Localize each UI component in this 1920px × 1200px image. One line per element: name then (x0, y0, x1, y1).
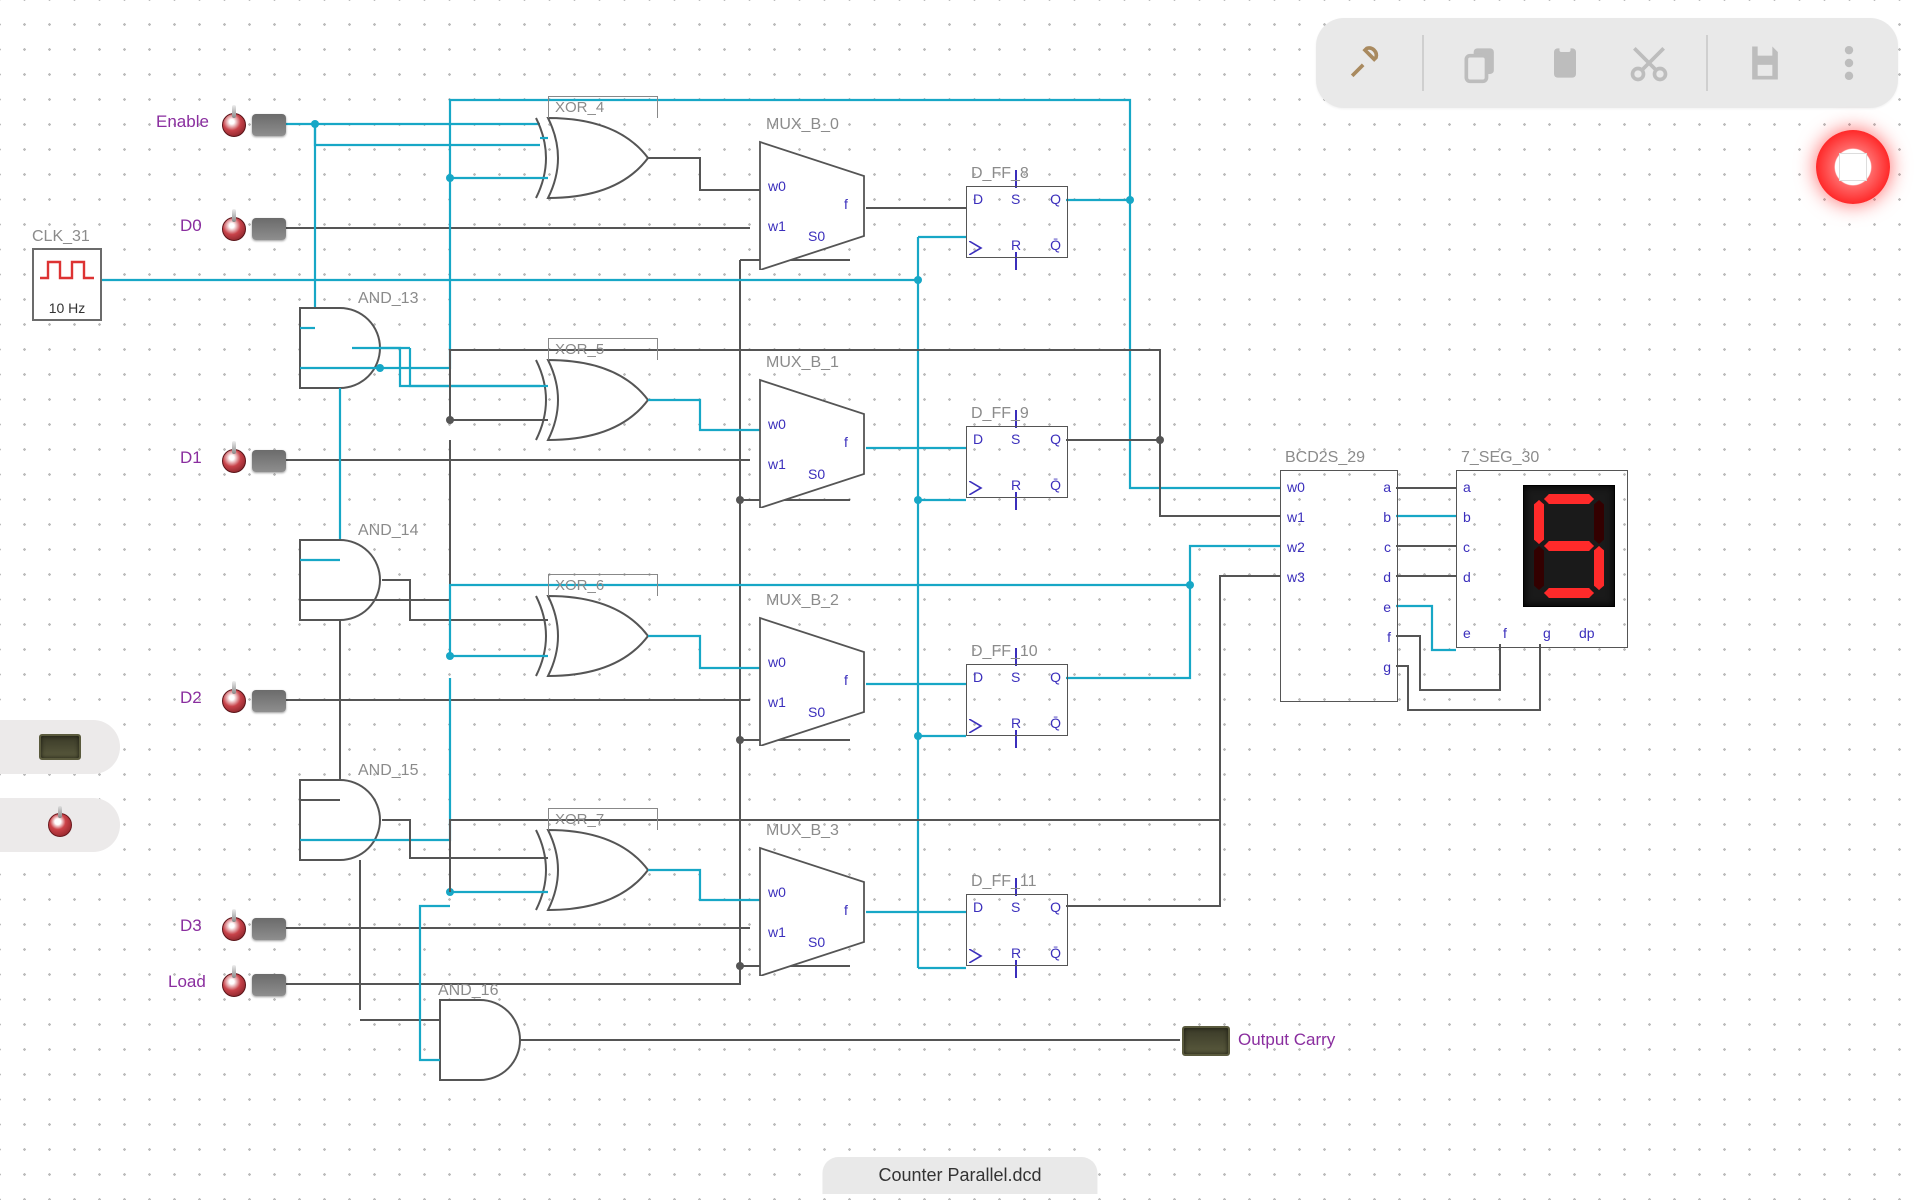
seg-d (1544, 588, 1594, 598)
seg-g (1544, 541, 1594, 551)
xor5-label: XOR_5 (548, 338, 658, 360)
seg-b (1594, 500, 1604, 544)
xor7-label: XOR_7 (548, 808, 658, 830)
stop-simulation-button[interactable] (1816, 130, 1890, 204)
d-ff-8[interactable]: D_FF_8 D S Q R Q̄ (966, 186, 1068, 258)
clock-freq: 10 Hz (49, 300, 86, 316)
d3-switch[interactable] (222, 914, 286, 944)
mux-b-2[interactable]: MUX_B_2 w0 w1 S0 f (756, 596, 868, 746)
d1-switch[interactable] (222, 446, 286, 476)
cut-button[interactable] (1622, 36, 1676, 90)
mux-b-3[interactable]: MUX_B_3 w0 w1 S0 f (756, 826, 868, 976)
mux-b-1[interactable]: MUX_B_1 w0 w1 S0 f (756, 358, 868, 508)
d2-switch[interactable] (222, 686, 286, 716)
paste-button[interactable] (1538, 36, 1592, 90)
d-ff-10[interactable]: D_FF_10 D S Q R Q̄ (966, 664, 1068, 736)
seven-seg-display (1523, 485, 1615, 607)
bcd2s-29[interactable]: BCD2S_29 w0 w1 w2 w3 a b c d e f g (1280, 470, 1398, 702)
filename-chip[interactable]: Counter Parallel.dcd (822, 1157, 1097, 1194)
clock-generator[interactable]: 10 Hz (32, 248, 102, 321)
design-canvas[interactable]: XOR_4 XOR_5 XOR_6 XOR_7 AND_13 AND_14 AN… (0, 0, 1920, 1200)
toolbar-separator (1422, 35, 1424, 91)
seg-e (1534, 546, 1544, 590)
seg-a (1544, 494, 1594, 504)
tools-button[interactable] (1338, 36, 1392, 90)
grid-background (0, 0, 1920, 1200)
xor4-label: XOR_4 (548, 96, 658, 118)
add-switch-button[interactable] (0, 798, 120, 852)
more-button[interactable] (1822, 36, 1876, 90)
seg-f (1534, 500, 1544, 544)
left-palette (0, 720, 120, 852)
output-carry-led (1182, 1026, 1230, 1056)
mux-b-0[interactable]: MUX_B_0 w0 w1 S0 f (756, 120, 868, 270)
copy-button[interactable] (1454, 36, 1508, 90)
save-button[interactable] (1738, 36, 1792, 90)
add-output-button[interactable] (0, 720, 120, 774)
d0-switch[interactable] (222, 214, 286, 244)
d-ff-11[interactable]: D_FF_11 D S Q R Q̄ (966, 894, 1068, 966)
seven-seg-30[interactable]: 7_SEG_30 a b c d e f g dp (1456, 470, 1628, 648)
load-switch[interactable] (222, 970, 286, 1000)
toolbar-separator (1706, 35, 1708, 91)
top-toolbar (1316, 18, 1898, 108)
d-ff-9[interactable]: D_FF_9 D S Q R Q̄ (966, 426, 1068, 498)
enable-switch[interactable] (222, 110, 286, 140)
seg-c (1594, 546, 1604, 590)
xor6-label: XOR_6 (548, 574, 658, 596)
